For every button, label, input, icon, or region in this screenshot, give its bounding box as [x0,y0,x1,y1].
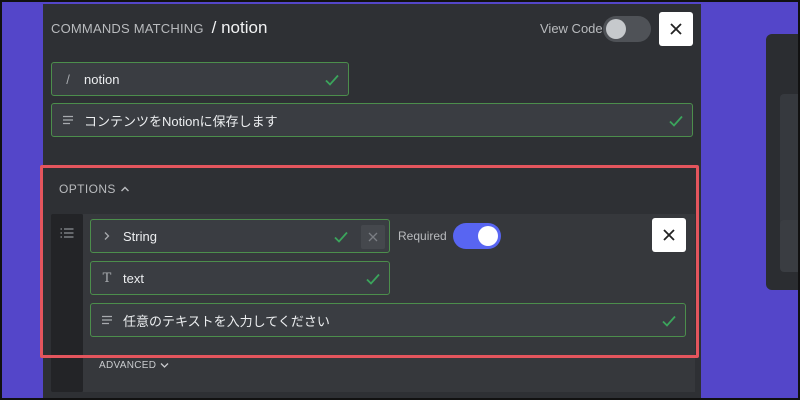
option-type-select[interactable]: String [90,219,390,253]
advanced-label: ADVANCED [99,360,157,371]
required-label: Required [398,229,447,243]
command-name-value: notion [84,71,120,87]
background-card-section [780,220,800,272]
matched-command: / notion [211,18,268,37]
options-section: OPTIONS String Required T text 任意のテキストを入… [43,164,701,400]
text-type-icon: T [102,270,112,286]
list-icon [60,228,74,238]
view-code-label: View Code [540,21,603,36]
option-description-value: 任意のテキストを入力してください [123,313,330,329]
chevron-down-icon [160,363,169,368]
close-icon [663,229,675,241]
check-icon [366,273,380,285]
required-toggle[interactable] [453,223,501,249]
option-item: String Required T text 任意のテキストを入力してください … [83,214,695,392]
command-name-field[interactable]: / notion [51,62,349,96]
slash-icon: / [66,71,70,87]
check-icon [662,315,676,327]
chevron-right-icon [91,231,123,241]
toggle-knob [478,226,498,246]
clear-type-button[interactable] [361,225,385,249]
close-button[interactable] [659,12,693,46]
background-card [766,34,800,290]
options-label: OPTIONS [59,182,116,196]
options-toggle[interactable]: OPTIONS [59,182,130,196]
toggle-knob [606,19,626,39]
remove-option-button[interactable] [652,218,686,252]
close-icon [670,23,682,35]
option-type-value: String [123,228,157,244]
close-icon [368,232,378,242]
option-name-value: text [123,270,144,286]
commands-matching-label: COMMANDS MATCHING [51,21,204,36]
page-title: COMMANDS MATCHING / notion [51,18,267,38]
option-drag-handle[interactable] [51,214,83,392]
description-icon [52,115,84,125]
chevron-up-icon [120,186,129,192]
command-editor-panel: COMMANDS MATCHING / notion View Code / n… [43,4,701,400]
option-name-field[interactable]: T text [90,261,390,295]
option-description-field[interactable]: 任意のテキストを入力してください [90,303,686,337]
view-code-toggle[interactable] [603,16,651,42]
check-icon [325,74,339,86]
command-description-value: コンテンツをNotionに保存します [84,113,278,129]
command-description-field[interactable]: コンテンツをNotionに保存します [51,103,693,137]
description-icon [91,315,123,325]
check-icon [669,115,683,127]
advanced-toggle[interactable]: ADVANCED [99,360,169,371]
check-icon [334,231,348,243]
